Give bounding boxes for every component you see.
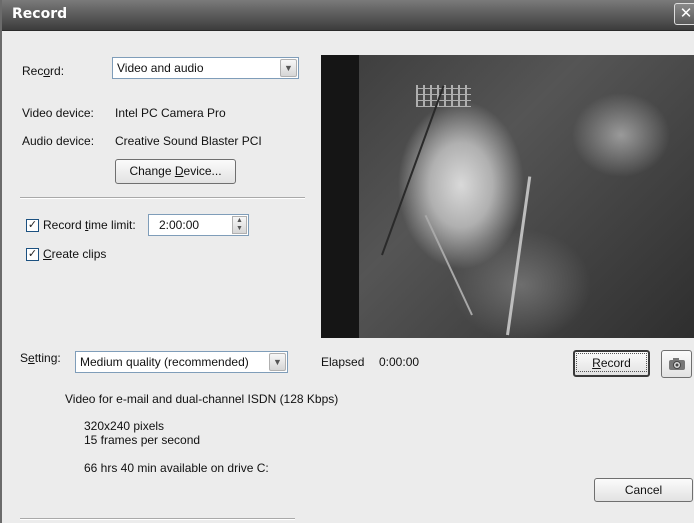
record-mode-select[interactable]: Video and audio ▼ <box>112 57 299 79</box>
create-clips-checkbox[interactable]: ✓ <box>26 248 39 261</box>
quality-description: Video for e-mail and dual-channel ISDN (… <box>65 392 339 406</box>
cancel-button-label: Cancel <box>624 483 663 497</box>
change-device-label: Change Device... <box>129 164 222 178</box>
record-button[interactable]: Record <box>573 350 650 377</box>
preview-tree-trunk <box>321 55 359 338</box>
close-button[interactable]: ✕ <box>674 3 694 25</box>
audio-device-label: Audio device: <box>22 134 95 148</box>
create-clips-label: Create clips <box>43 247 107 261</box>
title-bar[interactable]: Record ✕ <box>2 0 694 31</box>
separator-top <box>20 197 305 199</box>
close-icon: ✕ <box>679 5 693 22</box>
window-title: Record <box>12 6 68 22</box>
elapsed-value: 0:00:00 <box>379 355 420 369</box>
record-label: Record: <box>22 64 65 78</box>
time-limit-spinner[interactable]: 2:00:00 ▲ ▼ <box>148 214 249 236</box>
audio-device-value: Creative Sound Blaster PCI <box>115 134 262 148</box>
frame-rate-text: 15 frames per second <box>84 433 201 447</box>
chevron-down-icon[interactable]: ▼ <box>280 59 297 77</box>
record-mode-value: Video and audio <box>117 61 204 75</box>
spinner-arrows-icon[interactable]: ▲ ▼ <box>232 216 247 234</box>
video-preview <box>321 55 694 338</box>
quality-setting-value: Medium quality (recommended) <box>80 355 249 369</box>
quality-setting-select[interactable]: Medium quality (recommended) ▼ <box>75 351 288 373</box>
separator-bottom <box>20 518 295 520</box>
setting-label: Setting: <box>20 351 61 365</box>
video-device-value: Intel PC Camera Pro <box>115 106 226 120</box>
cancel-button[interactable]: Cancel <box>594 478 693 502</box>
record-button-label: Record <box>576 353 647 372</box>
record-time-limit-label: Record time limit: <box>43 218 136 232</box>
record-time-limit-checkbox[interactable]: ✓ <box>26 219 39 232</box>
chevron-down-icon[interactable]: ▼ <box>269 353 286 371</box>
disk-space-text: 66 hrs 40 min available on drive C: <box>84 461 269 475</box>
snapshot-button[interactable] <box>661 350 692 378</box>
change-device-button[interactable]: Change Device... <box>115 159 236 184</box>
preview-branch <box>506 176 532 336</box>
resolution-text: 320x240 pixels <box>84 419 165 433</box>
time-limit-value: 2:00:00 <box>159 218 200 232</box>
camera-icon <box>669 358 685 370</box>
preview-branch <box>381 85 445 256</box>
video-device-label: Video device: <box>22 106 94 120</box>
preview-branch <box>424 214 473 316</box>
elapsed-label: Elapsed <box>321 355 365 369</box>
record-dialog: Record ✕ Record: Video and audio ▼ Video… <box>0 0 694 523</box>
